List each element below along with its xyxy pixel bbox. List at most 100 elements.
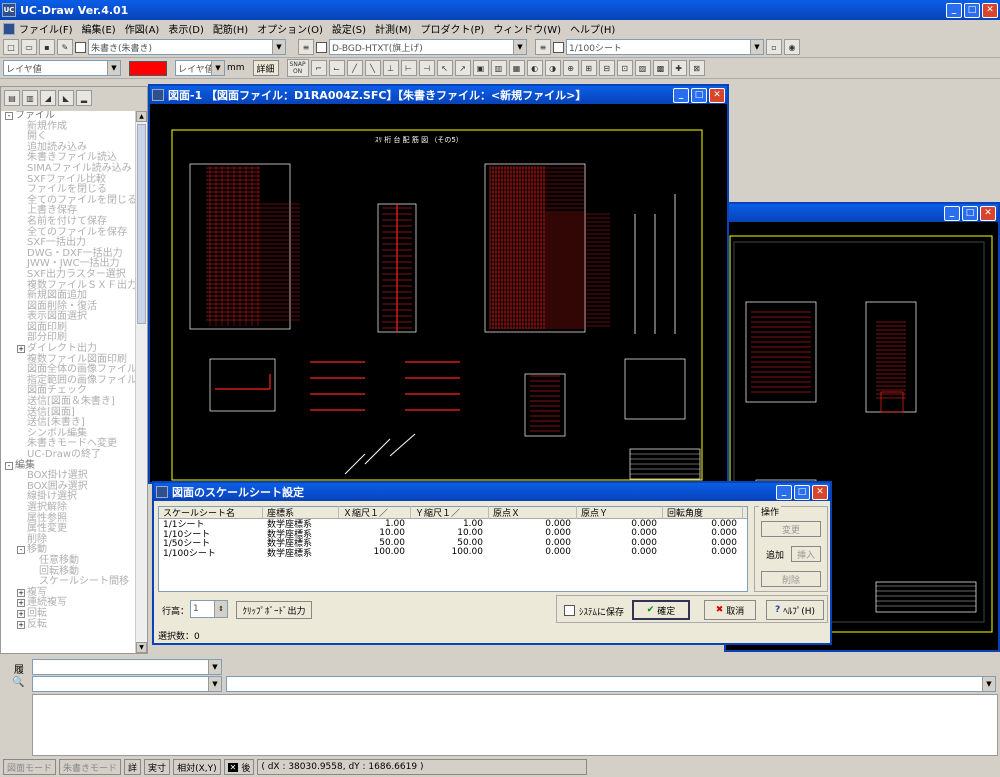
- column-header[interactable]: 回転角度: [663, 506, 743, 519]
- tree-tool-2-icon[interactable]: ▥: [22, 90, 38, 106]
- draw-tool-12-icon[interactable]: ◐: [526, 60, 543, 76]
- tree-item[interactable]: 属性参照: [1, 513, 137, 525]
- minimize-icon[interactable]: _: [946, 2, 962, 18]
- tree-item[interactable]: 削除: [1, 534, 137, 546]
- color-layer-combo[interactable]: レイヤ値 ▼: [3, 60, 121, 76]
- tree-item[interactable]: 線掛け選択: [1, 492, 137, 503]
- doc-icon[interactable]: [3, 22, 15, 35]
- draw-tool-18-icon[interactable]: ▨: [634, 60, 651, 76]
- tree-tool-1-icon[interactable]: ▤: [4, 90, 20, 106]
- layer-checkbox[interactable]: [75, 41, 86, 53]
- w2-minimize-icon[interactable]: _: [944, 205, 960, 221]
- cancel-button[interactable]: ✖ 取消: [704, 600, 756, 620]
- collapse-icon[interactable]: -: [5, 461, 13, 470]
- menu-item-7[interactable]: 計測(M): [375, 21, 411, 36]
- draw-tool-7-icon[interactable]: ↖: [436, 60, 453, 76]
- bgd-checkbox[interactable]: [316, 41, 327, 53]
- expand-icon[interactable]: +: [17, 609, 25, 618]
- draw-tool-10-icon[interactable]: ▥: [490, 60, 507, 76]
- command-combo[interactable]: ▼: [32, 676, 222, 692]
- w1-close-icon[interactable]: ✕: [709, 87, 725, 103]
- dialog-close-icon[interactable]: ✕: [812, 484, 828, 500]
- draw-tool-1-icon[interactable]: ⌙: [328, 60, 345, 76]
- scroll-down-icon[interactable]: ▼: [136, 642, 147, 653]
- draw-tool-3-icon[interactable]: ╲: [364, 60, 381, 76]
- tree-item[interactable]: 図面印刷: [1, 322, 137, 334]
- tree-tool-4-icon[interactable]: ◣: [58, 90, 74, 106]
- dialog-maximize-icon[interactable]: □: [794, 484, 810, 500]
- detail-button[interactable]: 詳細: [252, 60, 279, 76]
- expand-icon[interactable]: +: [17, 345, 25, 354]
- window-icon[interactable]: ▫: [766, 39, 782, 55]
- bgd-combo[interactable]: D-BGD-HTXT(旗上げ) ▼: [329, 39, 527, 55]
- tree-item[interactable]: - ファイル: [1, 111, 137, 122]
- menu-item-10[interactable]: ヘルプ(H): [570, 21, 615, 36]
- draw-tool-11-icon[interactable]: ▦: [508, 60, 525, 76]
- close-icon[interactable]: ✕: [982, 2, 998, 18]
- tree-item[interactable]: + 回転: [1, 608, 137, 620]
- tree-item[interactable]: 表示図面選択: [1, 311, 137, 323]
- column-header[interactable]: Ｙ縮尺１／: [411, 506, 489, 519]
- draw-tool-19-icon[interactable]: ▩: [652, 60, 669, 76]
- expand-icon[interactable]: +: [17, 588, 25, 597]
- snap-button[interactable]: SNAP ON: [286, 59, 309, 77]
- tree-item[interactable]: 属性変更: [1, 523, 137, 535]
- row-height-spinner[interactable]: 1 ⇕: [190, 600, 228, 618]
- color-swatch[interactable]: [129, 60, 167, 76]
- expand-icon[interactable]: +: [17, 620, 25, 629]
- command-input[interactable]: ▼: [226, 676, 996, 692]
- detail-status[interactable]: 詳: [124, 759, 142, 775]
- scroll-up-icon[interactable]: ▲: [136, 111, 147, 122]
- w1-minimize-icon[interactable]: _: [673, 87, 689, 103]
- save-system-checkbox[interactable]: [564, 605, 575, 616]
- table-row[interactable]: 1/100シート 数学座標系 100.00 100.00 0.000 0.000 0.000: [159, 547, 747, 559]
- draw-tool-21-icon[interactable]: ⊠: [688, 60, 705, 76]
- tree-item[interactable]: スケールシート間移: [1, 576, 137, 588]
- tree-tool-3-icon[interactable]: ◢: [40, 90, 56, 106]
- delete-button[interactable]: 削除: [761, 571, 821, 587]
- draw-tool-0-icon[interactable]: ⌐: [310, 60, 327, 76]
- relative-coords-status[interactable]: 相対(X,Y): [173, 759, 221, 775]
- menu-item-2[interactable]: 作図(A): [125, 21, 160, 36]
- menu-item-8[interactable]: プロダクト(P): [420, 21, 484, 36]
- sheet-combo[interactable]: 1/100シート ▼: [566, 39, 764, 55]
- history-combo[interactable]: ▼: [32, 659, 222, 675]
- change-button[interactable]: 変更: [761, 521, 821, 537]
- w1-maximize-icon[interactable]: □: [691, 87, 707, 103]
- help-button[interactable]: ? ﾍﾙﾌﾟ(H): [766, 600, 824, 620]
- sheet-icon[interactable]: ≡: [535, 39, 551, 55]
- menu-item-3[interactable]: 表示(D): [168, 21, 204, 36]
- search-icon[interactable]: 🔍: [12, 677, 24, 688]
- actual-size-status[interactable]: 実寸: [144, 759, 171, 775]
- draw-tool-16-icon[interactable]: ⊟: [598, 60, 615, 76]
- layer-icon[interactable]: ≡: [298, 39, 314, 55]
- drawing-canvas-1[interactable]: ｽﾘ 桁 台 配 筋 図 （その5）: [150, 104, 727, 482]
- redline-mode-button[interactable]: 朱書きモード: [59, 759, 122, 775]
- camera-icon[interactable]: ◉: [784, 39, 800, 55]
- linetype-combo[interactable]: レイヤ値 ▼: [175, 60, 225, 76]
- menu-item-0[interactable]: ファイル(F): [19, 21, 73, 36]
- draw-tool-4-icon[interactable]: ⊥: [382, 60, 399, 76]
- menu-item-9[interactable]: ウィンドウ(W): [493, 21, 561, 36]
- draw-tool-17-icon[interactable]: ⊡: [616, 60, 633, 76]
- save-icon[interactable]: ▪: [39, 39, 55, 55]
- draw-tool-14-icon[interactable]: ⊕: [562, 60, 579, 76]
- tree-item[interactable]: 選択解除: [1, 502, 137, 514]
- collapse-icon[interactable]: -: [5, 112, 13, 120]
- menu-item-6[interactable]: 設定(S): [332, 21, 366, 36]
- draw-tool-8-icon[interactable]: ↗: [454, 60, 471, 76]
- draw-tool-6-icon[interactable]: ⊣: [418, 60, 435, 76]
- column-header[interactable]: 原点Ｘ: [489, 506, 577, 519]
- new-file-icon[interactable]: □: [3, 39, 19, 55]
- clipboard-output-button[interactable]: ｸﾘｯﾌﾟﾎﾞｰﾄﾞ出力: [236, 601, 312, 619]
- draw-tool-9-icon[interactable]: ▣: [472, 60, 489, 76]
- menu-item-1[interactable]: 編集(E): [82, 21, 116, 36]
- layer-combo[interactable]: 朱書き(朱書き) ▼: [88, 39, 286, 55]
- sheet-checkbox[interactable]: [553, 41, 564, 53]
- expand-icon[interactable]: +: [17, 599, 25, 608]
- tree-item[interactable]: + 反転: [1, 619, 137, 631]
- dialog-minimize-icon[interactable]: _: [776, 484, 792, 500]
- draw-tool-5-icon[interactable]: ⊢: [400, 60, 417, 76]
- draw-tool-2-icon[interactable]: ╱: [346, 60, 363, 76]
- tree-tool-5-icon[interactable]: ▂: [76, 90, 92, 106]
